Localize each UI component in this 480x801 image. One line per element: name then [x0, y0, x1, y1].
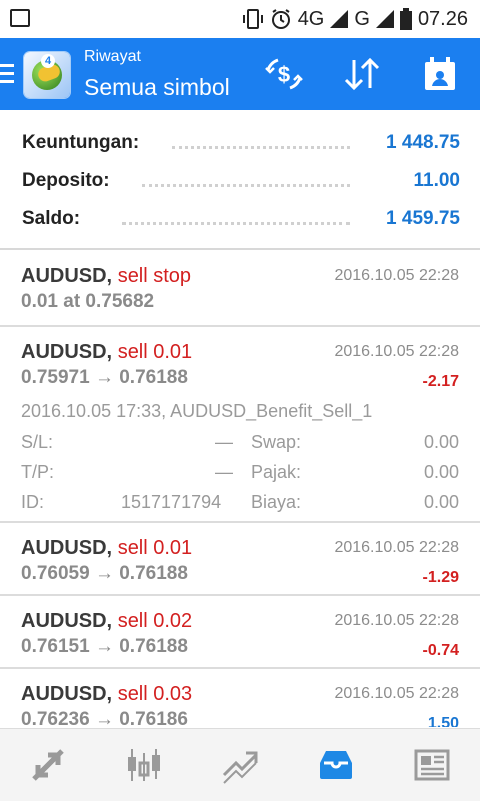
- list-item-expanded[interactable]: AUDUSD, sell 0.01 0.75971 → 0.76188 2016…: [0, 327, 480, 523]
- clock: 07.26: [417, 7, 468, 30]
- news-icon: [414, 749, 450, 781]
- quotes-icon: [32, 749, 64, 781]
- order-price: 0.75971 → 0.76188: [21, 367, 188, 388]
- chart-icon: [128, 749, 160, 781]
- order-price: 0.76059 → 0.76188: [21, 563, 188, 584]
- order-time: 2016.10.05 22:28: [334, 612, 459, 629]
- order-time: 2016.10.05 22:28: [334, 343, 459, 360]
- tab-chart[interactable]: [96, 729, 192, 801]
- profit-row: Keuntungan: 1 448.75: [22, 129, 460, 159]
- status-bar: 4G G 07.26: [0, 0, 480, 38]
- status-icons: 4G G 07.26: [242, 6, 468, 32]
- calendar-icon[interactable]: [420, 54, 460, 94]
- svg-text:$: $: [278, 62, 290, 87]
- deposit-value: 11.00: [407, 170, 460, 192]
- profit-label: Keuntungan:: [22, 132, 146, 154]
- menu-icon[interactable]: [0, 64, 14, 84]
- signal-icon: [330, 10, 349, 28]
- bottom-navigation: [0, 728, 480, 801]
- tax-label: Pajak:: [251, 462, 302, 482]
- list-item[interactable]: AUDUSD, sell stop 0.01 at 0.75682 2016.1…: [0, 251, 480, 327]
- swap-label: Swap:: [251, 432, 302, 452]
- order-comment: 2016.10.05 17:33, AUDUSD_Benefit_Sell_1: [21, 401, 373, 421]
- balance-row: Saldo: 1 459.75: [22, 205, 460, 235]
- tab-quotes[interactable]: [0, 729, 96, 801]
- order-symbol: AUDUSD,: [21, 265, 113, 287]
- order-direction: sell stop: [117, 265, 192, 287]
- tab-news[interactable]: [384, 729, 480, 801]
- tax-value: 0.00: [423, 462, 459, 482]
- trade-icon: [222, 751, 258, 784]
- order-price: 0.76236 → 0.76186: [21, 709, 188, 727]
- order-time: 2016.10.05 22:28: [334, 539, 459, 556]
- id-value: 1517171794: [121, 492, 222, 512]
- dollar-swap-icon[interactable]: $: [264, 54, 304, 94]
- order-symbol: AUDUSD,: [21, 537, 113, 559]
- sl-label: S/L:: [21, 432, 54, 452]
- deposit-label: Deposito:: [22, 170, 116, 192]
- list-item[interactable]: AUDUSD, sell 0.03 0.76236 → 0.76186 2016…: [0, 669, 480, 727]
- symbol-filter-title[interactable]: Semua simbol: [84, 74, 230, 101]
- app-bar: 4 Riwayat Semua simbol $: [0, 38, 480, 110]
- order-symbol: AUDUSD,: [21, 341, 113, 363]
- sort-icon[interactable]: [342, 54, 382, 94]
- fee-value: 0.00: [423, 492, 459, 512]
- order-symbol: AUDUSD,: [21, 683, 113, 705]
- id-label: ID:: [21, 492, 45, 512]
- balance-label: Saldo:: [22, 208, 87, 230]
- order-direction: sell 0.03: [117, 683, 193, 705]
- sl-value: —: [215, 432, 233, 452]
- order-profit: -1.29: [422, 569, 459, 586]
- swap-value: 0.00: [423, 432, 459, 452]
- image-notification-icon: [10, 9, 30, 27]
- network-g-label: G: [354, 7, 370, 30]
- order-time: 2016.10.05 22:28: [334, 267, 459, 284]
- order-direction: sell 0.02: [117, 610, 193, 632]
- vibrate-icon: [242, 9, 263, 29]
- app-logo[interactable]: 4: [24, 52, 70, 98]
- order-time: 2016.10.05 22:28: [334, 685, 459, 702]
- order-price: 0.01 at 0.75682: [21, 291, 155, 312]
- list-item[interactable]: AUDUSD, sell 0.02 0.76151 → 0.76188 2016…: [0, 596, 480, 669]
- fee-label: Biaya:: [251, 492, 302, 512]
- order-symbol: AUDUSD,: [21, 610, 113, 632]
- network-4g-label: 4G: [297, 7, 325, 30]
- order-direction: sell 0.01: [117, 341, 193, 363]
- battery-icon: [399, 8, 412, 30]
- account-summary: Keuntungan: 1 448.75 Deposito: 11.00 Sal…: [0, 110, 480, 250]
- order-price: 0.76151 → 0.76188: [21, 636, 188, 657]
- signal-icon-2: [375, 10, 394, 28]
- order-profit: -0.74: [422, 642, 459, 659]
- logo-badge: 4: [41, 54, 55, 68]
- balance-value: 1 459.75: [380, 208, 460, 230]
- tp-label: T/P:: [21, 462, 55, 482]
- page-subtitle: Riwayat: [84, 48, 141, 65]
- history-icon: [320, 751, 352, 779]
- tp-value: —: [215, 462, 233, 482]
- order-profit: -2.17: [422, 373, 459, 390]
- tab-history[interactable]: [288, 729, 384, 801]
- tab-trade[interactable]: [192, 729, 288, 801]
- order-profit: 1.50: [427, 715, 459, 727]
- history-list[interactable]: AUDUSD, sell stop 0.01 at 0.75682 2016.1…: [0, 251, 480, 727]
- profit-value: 1 448.75: [380, 132, 460, 154]
- deposit-row: Deposito: 11.00: [22, 167, 460, 197]
- alarm-icon: [271, 9, 290, 29]
- order-direction: sell 0.01: [117, 537, 193, 559]
- list-item[interactable]: AUDUSD, sell 0.01 0.76059 → 0.76188 2016…: [0, 523, 480, 596]
